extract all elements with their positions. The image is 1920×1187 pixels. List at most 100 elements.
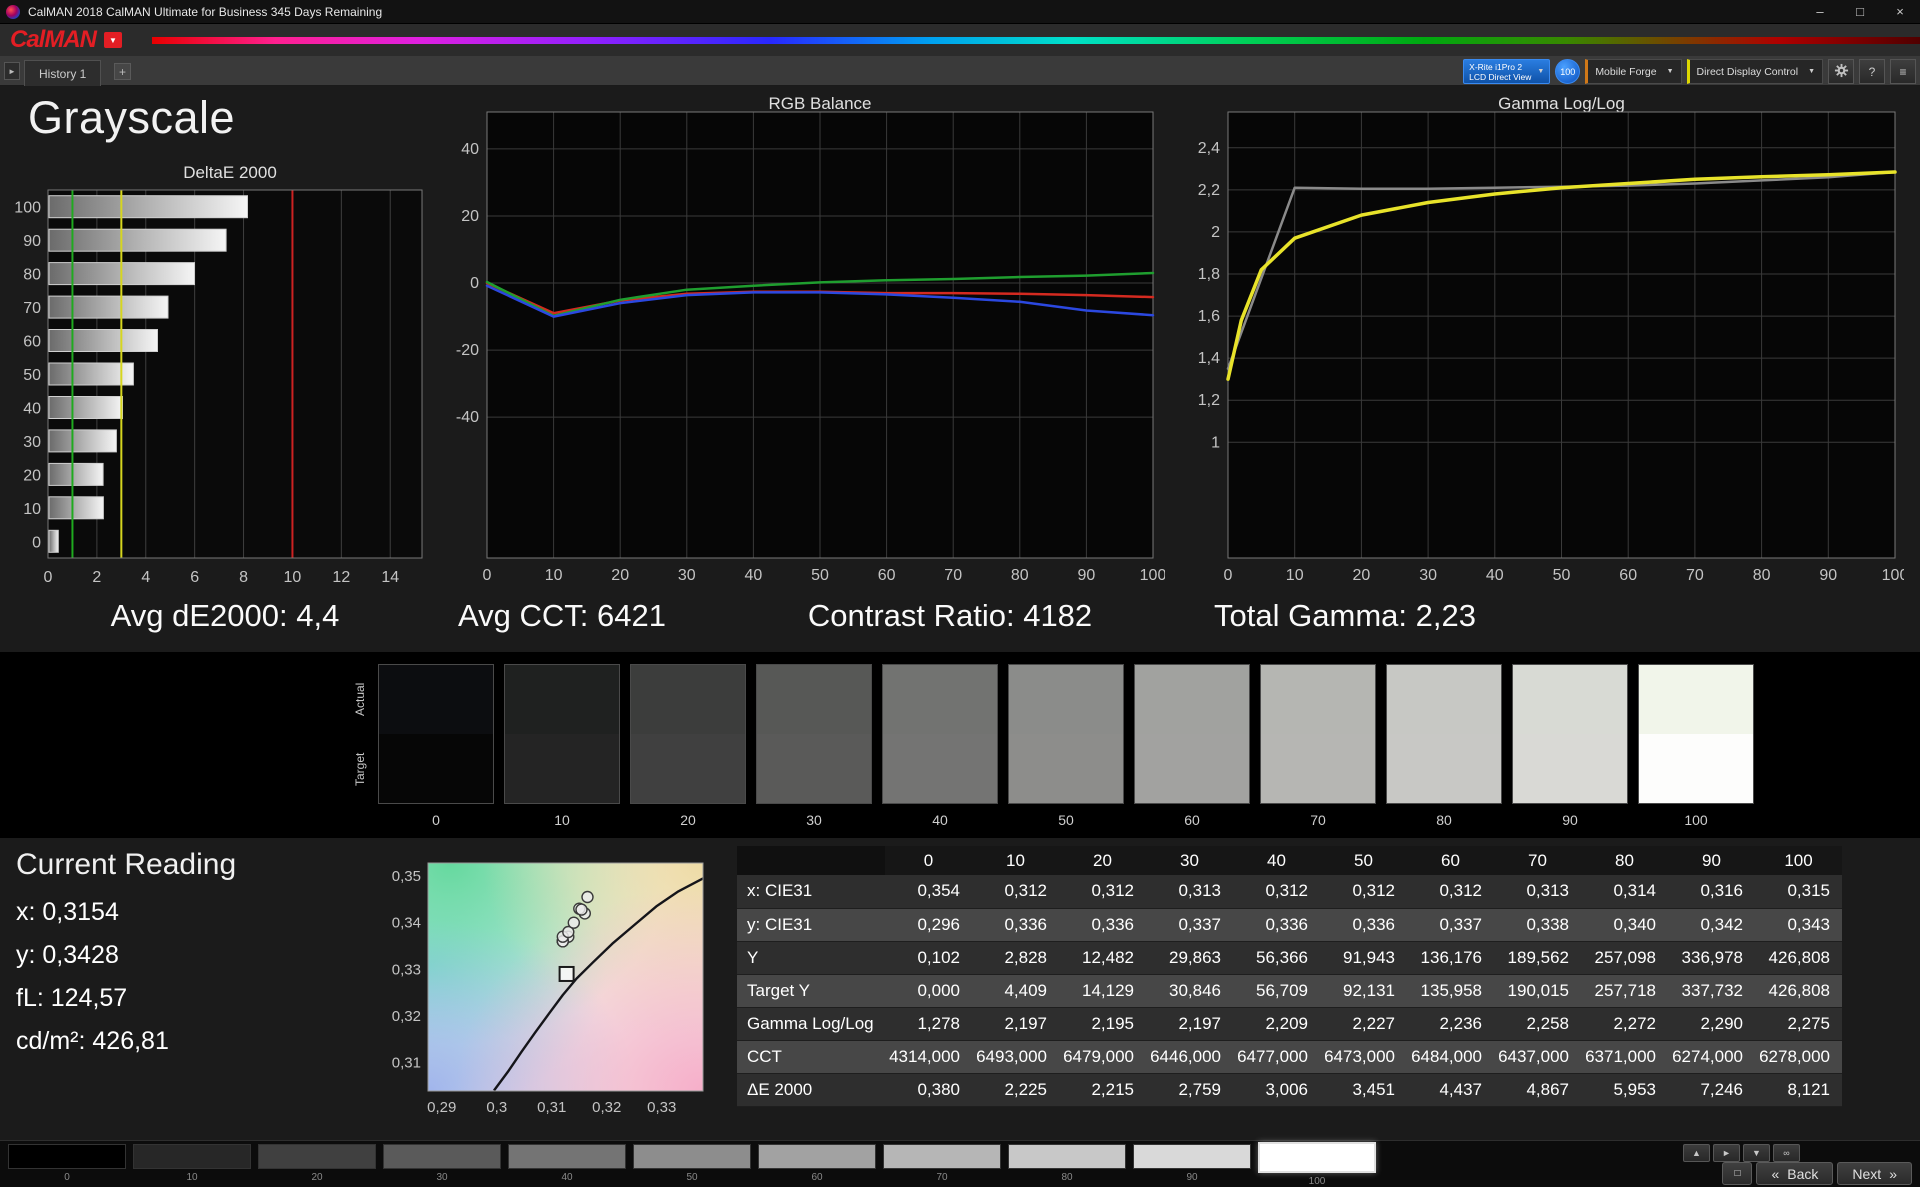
svg-text:20: 20 [23, 467, 41, 484]
history-arrow-icon: ► [8, 66, 16, 76]
table-cell: 6493,000 [972, 1040, 1059, 1074]
table-cell: 6437,000 [1494, 1040, 1581, 1074]
svg-text:0: 0 [483, 567, 492, 584]
patch-0[interactable] [8, 1144, 126, 1169]
meter-select-button[interactable]: X-Rite i1Pro 2 LCD Direct View ▼ [1463, 59, 1551, 84]
source-select-button[interactable]: Mobile Forge ▼ [1585, 59, 1682, 84]
patch-40[interactable] [508, 1144, 626, 1169]
table-row: CCT 4314,000 6493,000 6479,000 6446,000 6477,… [737, 1040, 1842, 1074]
patch-cell: 100 [1258, 1142, 1376, 1187]
svg-text:90: 90 [1819, 567, 1837, 584]
back-button[interactable]: « Back [1756, 1162, 1834, 1185]
table-cell: 6484,000 [1407, 1040, 1494, 1074]
svg-text:70: 70 [23, 300, 41, 317]
svg-text:90: 90 [23, 233, 41, 250]
svg-text:20: 20 [461, 208, 479, 225]
tab-bar: ► History 1 + X-Rite i1Pro 2 LCD Direct … [0, 56, 1920, 86]
maximize-button[interactable]: □ [1840, 0, 1880, 23]
cie-chromaticity-chart: 0,29 0,3 0,31 0,32 0,33 0,31 0,32 0,33 0,34 0,35 [392, 862, 704, 1116]
save-button[interactable]: ▼ [1743, 1144, 1770, 1162]
patch-window-button[interactable]: □ [1722, 1162, 1753, 1185]
patch-cell: 50 [633, 1144, 751, 1187]
deltae-bar-chart: 0 2 4 6 8 10 12 141009080706050403020100 [14, 189, 423, 586]
svg-text:0,3: 0,3 [486, 1099, 507, 1116]
svg-text:2,4: 2,4 [1198, 140, 1220, 157]
history-nav-button[interactable]: ► [4, 62, 20, 80]
svg-text:14: 14 [381, 569, 399, 586]
menu-button[interactable]: ≡ [1890, 59, 1916, 84]
table-cell: 12,482 [1059, 941, 1146, 975]
svg-text:0,35: 0,35 [392, 868, 421, 885]
titlebar: CalMAN 2018 CalMAN Ultimate for Business… [0, 0, 1920, 24]
table-cell: 0,342 [1668, 908, 1755, 942]
patch-10[interactable] [133, 1144, 251, 1169]
svg-text:8: 8 [239, 569, 248, 586]
patch-cell: 0 [8, 1144, 126, 1187]
swatch-target [378, 734, 494, 804]
grayscale-swatch-60: 60 [1134, 664, 1250, 828]
gear-icon [1834, 63, 1849, 81]
svg-text:70: 70 [944, 567, 962, 584]
table-cell: 3,451 [1320, 1073, 1407, 1107]
table-cell: 0,337 [1407, 908, 1494, 942]
table-cell: 2,272 [1581, 1007, 1668, 1041]
patch-70[interactable] [883, 1144, 1001, 1169]
table-row-label: x: CIE31 [737, 875, 885, 909]
patch-cell: 80 [1008, 1144, 1126, 1187]
swatch-target [1260, 734, 1376, 804]
svg-text:2: 2 [92, 569, 101, 586]
help-button[interactable]: ? [1859, 59, 1885, 84]
table-cell: 30,846 [1146, 974, 1233, 1008]
swatch-target [756, 734, 872, 804]
play-button[interactable]: ► [1713, 1144, 1740, 1162]
swatch-actual [1134, 664, 1250, 734]
table-cell: 0,380 [885, 1073, 972, 1107]
svg-text:0: 0 [470, 275, 479, 292]
meter-button[interactable]: ▲ [1683, 1144, 1710, 1162]
svg-text:0,33: 0,33 [647, 1099, 676, 1116]
patch-50[interactable] [633, 1144, 751, 1169]
table-col-header: 90 [1668, 846, 1755, 875]
patch-cell: 20 [258, 1144, 376, 1187]
svg-text:1,6: 1,6 [1198, 308, 1220, 325]
patch-20[interactable] [258, 1144, 376, 1169]
back-chevron-icon: « [1771, 1165, 1780, 1182]
patch-80[interactable] [1008, 1144, 1126, 1169]
patch-30[interactable] [383, 1144, 501, 1169]
close-button[interactable]: × [1880, 0, 1920, 23]
meter-status-badge[interactable]: 100 [1555, 59, 1581, 84]
table-cell: 1,278 [885, 1007, 972, 1041]
patch-90[interactable] [1133, 1144, 1251, 1169]
table-cell: 6479,000 [1059, 1040, 1146, 1074]
swatch-target [504, 734, 620, 804]
next-button[interactable]: Next » [1837, 1162, 1912, 1185]
svg-text:20: 20 [611, 567, 629, 584]
calman-logo-menu[interactable]: CalMAN ▼ [8, 26, 125, 58]
display-control-button[interactable]: Direct Display Control ▼ [1686, 59, 1823, 84]
table-cell: 56,366 [1233, 941, 1320, 975]
table-col-header: 60 [1407, 846, 1494, 875]
table-cell: 336,978 [1668, 941, 1755, 975]
swatch-actual [756, 664, 872, 734]
table-cell: 6274,000 [1668, 1040, 1755, 1074]
table-cell: 14,129 [1059, 974, 1146, 1008]
measurement-table: 0 10 20 30 40 50 60 70 80 90 100 x: CIE31 0,354 0,312… [737, 846, 1842, 1107]
swatch-label: 20 [680, 812, 696, 828]
swatch-strip: 0 10 20 30 40 50 60 70 80 90 100 [378, 664, 1754, 828]
table-corner [737, 846, 885, 875]
patch-60[interactable] [758, 1144, 876, 1169]
svg-text:40: 40 [1486, 567, 1504, 584]
logo-dropdown-icon[interactable]: ▼ [104, 32, 123, 48]
tab-history-1[interactable]: History 1 [24, 60, 102, 86]
table-cell: 257,098 [1581, 941, 1668, 975]
add-tab-button[interactable]: + [114, 63, 131, 80]
patch-100[interactable] [1258, 1142, 1376, 1173]
table-cell: 0,338 [1494, 908, 1581, 942]
settings-button[interactable] [1828, 59, 1854, 84]
table-cell: 257,718 [1581, 974, 1668, 1008]
link-button[interactable]: ∞ [1773, 1144, 1800, 1162]
table-cell: 6371,000 [1581, 1040, 1668, 1074]
menu-icon: ≡ [1899, 64, 1907, 79]
swatch-label: 60 [1184, 812, 1200, 828]
minimize-button[interactable]: – [1800, 0, 1840, 23]
